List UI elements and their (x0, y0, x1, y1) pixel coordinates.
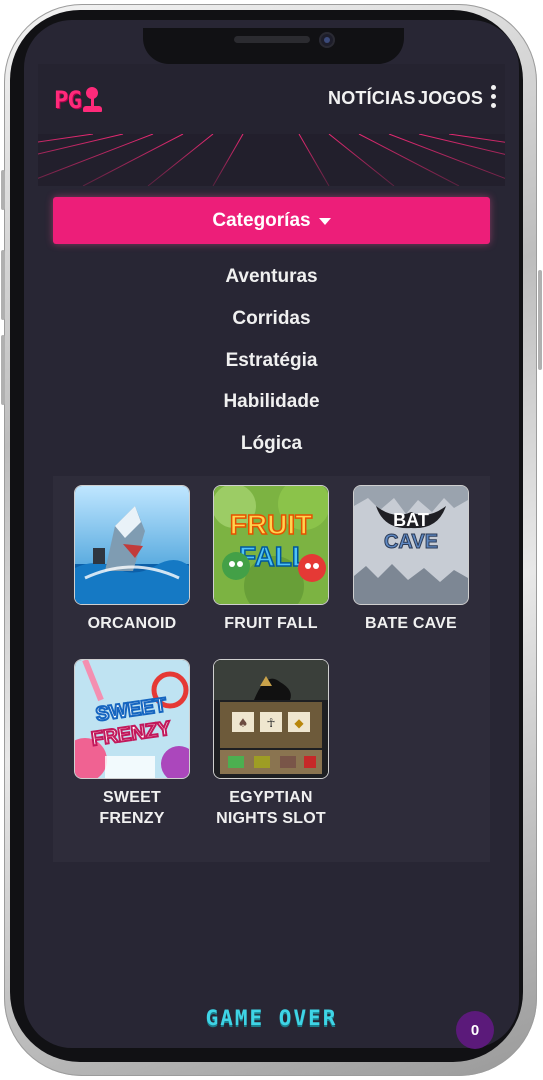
volume-up-button (1, 250, 5, 320)
category-aventuras[interactable]: Aventuras (53, 266, 490, 288)
power-button (538, 270, 542, 370)
logo-text: PG (54, 86, 82, 114)
category-estrategia[interactable]: Estratégia (53, 350, 490, 372)
kebab-menu-icon[interactable] (490, 85, 498, 113)
volume-down-button (1, 335, 5, 405)
category-habilidade[interactable]: Habilidade (53, 391, 490, 413)
notification-badge[interactable]: 0 (456, 1011, 494, 1049)
svg-text:BAT: BAT (393, 510, 429, 530)
game-thumbnail-orcanoid[interactable] (74, 485, 190, 605)
svg-text:FRUIT: FRUIT (230, 509, 312, 540)
game-title[interactable]: SWEET FRENZY (74, 787, 190, 829)
site-logo[interactable]: PG (54, 84, 103, 116)
game-title[interactable]: BATE CAVE (353, 613, 469, 634)
svg-text:◆: ◆ (294, 716, 304, 730)
top-navbar: PG NOTÍCIAS JOGOS (38, 64, 505, 134)
game-card-fruit-fall[interactable]: FRUIT FALL FRUIT FALL (213, 485, 329, 634)
grid-graphic (38, 134, 505, 186)
mute-switch (1, 170, 5, 210)
synthwave-grid-banner (38, 134, 505, 186)
joystick-icon (82, 87, 103, 113)
svg-text:☥: ☥ (267, 716, 276, 730)
front-camera (319, 32, 335, 48)
game-title[interactable]: EGYPTIAN NIGHTS SLOT (213, 787, 329, 829)
game-title[interactable]: FRUIT FALL (213, 613, 329, 634)
nav-link-jogos[interactable]: JOGOS (418, 88, 483, 109)
svg-text:♠: ♠ (238, 716, 249, 730)
games-grid: ORCANOID FRUIT FALL FRUIT FALL BAT CAVE … (53, 476, 490, 862)
categories-dropdown-button[interactable]: Categorías (53, 197, 490, 244)
game-card-bate-cave[interactable]: BAT CAVE BATE CAVE (353, 485, 469, 634)
category-logica[interactable]: Lógica (53, 433, 490, 455)
categories-label: Categorías (212, 209, 311, 231)
game-card-sweet-frenzy[interactable]: SWEET FRENZY SWEET FRENZY (74, 659, 190, 829)
caret-down-icon (318, 218, 331, 225)
categories-menu: Aventuras Corridas Estratégia Habilidade… (53, 256, 490, 476)
nav-link-noticias[interactable]: NOTÍCIAS (328, 88, 416, 109)
category-corridas[interactable]: Corridas (53, 308, 490, 330)
game-thumbnail-fruit-fall[interactable]: FRUIT FALL (213, 485, 329, 605)
game-card-egyptian-nights-slot[interactable]: ♠ ☥ ◆ EGYPTIAN NIGHTS SLOT (213, 659, 329, 829)
game-title[interactable]: ORCANOID (74, 613, 190, 634)
game-thumbnail-sweet-frenzy[interactable]: SWEET FRENZY (74, 659, 190, 779)
speaker-grille (234, 36, 310, 43)
game-thumbnail-egyptian-nights-slot[interactable]: ♠ ☥ ◆ (213, 659, 329, 779)
game-card-orcanoid[interactable]: ORCANOID (74, 485, 190, 634)
notch (143, 28, 404, 64)
game-thumbnail-bate-cave[interactable]: BAT CAVE (353, 485, 469, 605)
svg-text:CAVE: CAVE (384, 531, 438, 553)
